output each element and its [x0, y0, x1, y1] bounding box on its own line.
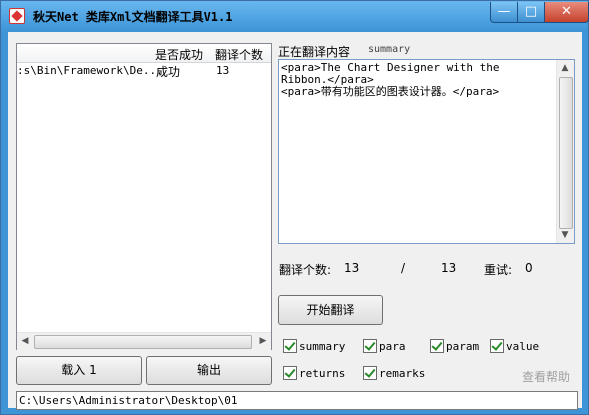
- column-success[interactable]: 是否成功: [155, 46, 203, 63]
- start-translate-button[interactable]: 开始翻译: [278, 295, 383, 325]
- scroll-down-icon[interactable]: ▼: [557, 227, 573, 243]
- translating-label: 正在翻译内容: [278, 45, 351, 59]
- param-checkbox[interactable]: [430, 339, 444, 353]
- scroll-up-icon[interactable]: ▲: [557, 60, 573, 76]
- horizontal-scrollbar[interactable]: ◀ ▶: [17, 332, 271, 350]
- summary-label[interactable]: summary: [299, 340, 345, 353]
- window-title: 秋天Net 类库Xml文档翻译工具V1.1: [33, 10, 233, 24]
- value-label[interactable]: value: [506, 340, 539, 353]
- para-label[interactable]: para: [379, 340, 406, 353]
- scroll-thumb[interactable]: [34, 335, 252, 349]
- summary-checkbox[interactable]: [283, 339, 297, 353]
- list-row[interactable]: :s\Bin\Framework\De... 成功 13: [17, 63, 271, 79]
- translation-content: <para>The Chart Designer with the Ribbon…: [281, 61, 500, 98]
- maximize-button[interactable]: □: [517, 2, 545, 23]
- translation-content-box[interactable]: <para>The Chart Designer with the Ribbon…: [278, 59, 575, 244]
- count-separator: /: [401, 261, 406, 275]
- column-count[interactable]: 翻译个数: [215, 46, 263, 63]
- remarks-label[interactable]: remarks: [379, 367, 425, 380]
- scroll-left-icon[interactable]: ◀: [17, 333, 33, 349]
- row-count: 13: [216, 64, 230, 77]
- count-label: 翻译个数:: [279, 263, 332, 277]
- minimize-button[interactable]: —: [490, 2, 518, 23]
- app-window: 秋天Net 类库Xml文档翻译工具V1.1 — □ ✕ 是否成功 翻译个数 :s…: [0, 0, 589, 415]
- load-button[interactable]: 载入 1: [16, 356, 142, 385]
- row-path: :s\Bin\Framework\De...: [17, 64, 163, 77]
- scroll-right-icon[interactable]: ▶: [255, 333, 271, 349]
- translating-element: summary: [368, 44, 411, 55]
- remarks-checkbox[interactable]: [363, 366, 377, 380]
- retry-count: 0: [525, 261, 533, 275]
- title-bar[interactable]: 秋天Net 类库Xml文档翻译工具V1.1 — □ ✕: [1, 1, 589, 31]
- path-field[interactable]: C:\Users\Administrator\Desktop\01: [16, 391, 578, 410]
- vertical-scrollbar[interactable]: ▲ ▼: [556, 60, 574, 243]
- help-link[interactable]: 查看帮助: [522, 368, 570, 385]
- para-checkbox[interactable]: [363, 339, 377, 353]
- list-header: 是否成功 翻译个数: [17, 44, 271, 63]
- translated-count: 13: [344, 261, 360, 275]
- row-success: 成功: [156, 65, 181, 79]
- output-button[interactable]: 输出: [146, 356, 272, 385]
- file-list[interactable]: 是否成功 翻译个数 :s\Bin\Framework\De... 成功 13 ◀…: [16, 43, 272, 350]
- retry-label: 重试:: [484, 263, 513, 277]
- returns-label[interactable]: returns: [299, 367, 345, 380]
- vertical-scroll-thumb[interactable]: [559, 77, 573, 229]
- value-checkbox[interactable]: [490, 339, 504, 353]
- app-icon: [9, 8, 25, 24]
- total-count: 13: [441, 261, 457, 275]
- client-area: 是否成功 翻译个数 :s\Bin\Framework\De... 成功 13 ◀…: [8, 32, 582, 410]
- close-button[interactable]: ✕: [544, 2, 589, 23]
- returns-checkbox[interactable]: [283, 366, 297, 380]
- param-label[interactable]: param: [446, 340, 479, 353]
